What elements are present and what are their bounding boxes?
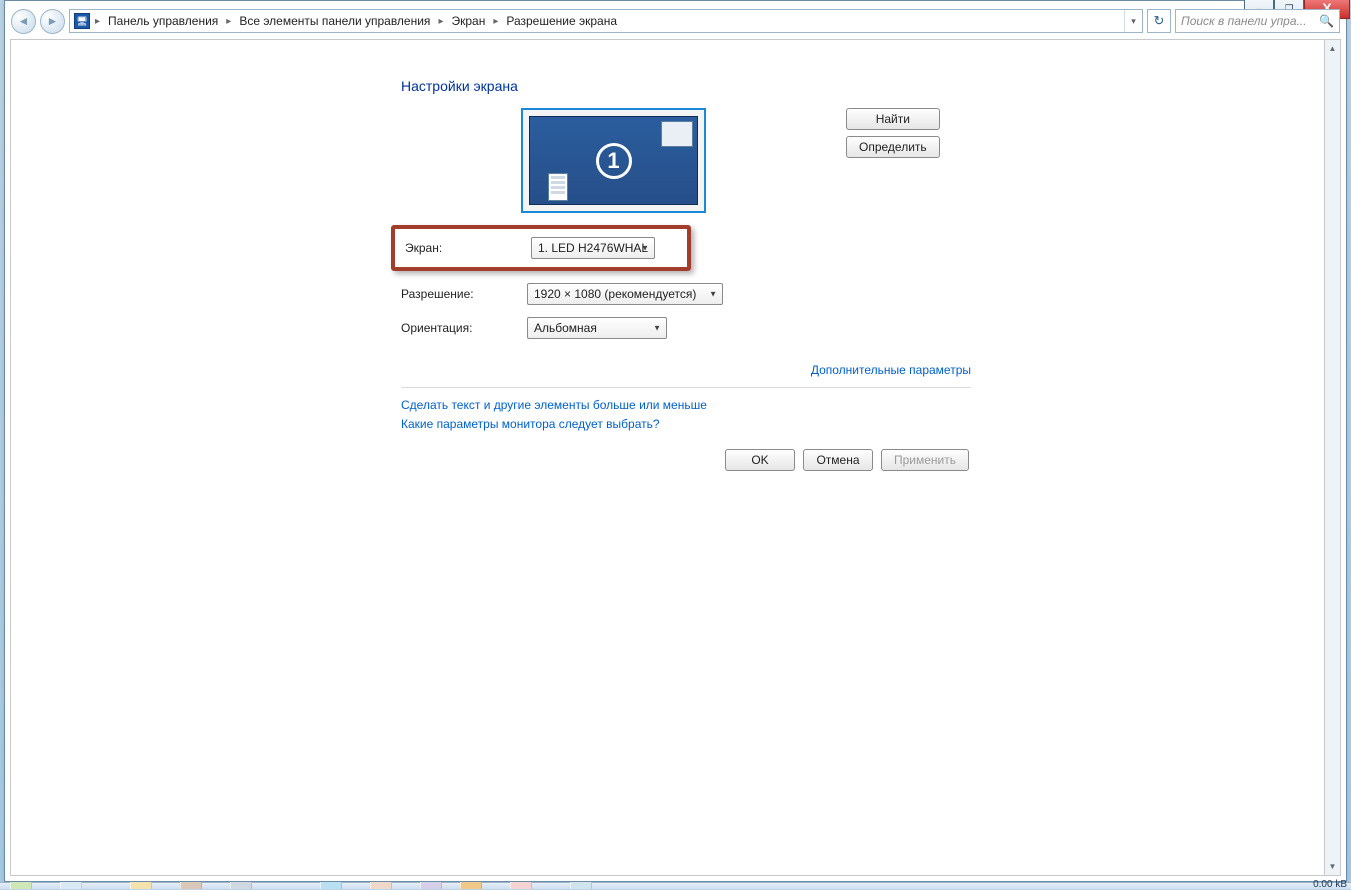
chevron-right-icon: ▸ xyxy=(437,16,444,27)
thumb-window-icon xyxy=(548,173,568,201)
status-text: 0.00 kB xyxy=(1313,879,1347,890)
thumb-window-icon xyxy=(661,121,693,147)
ok-button[interactable]: OK xyxy=(725,449,795,471)
taskbar-item[interactable] xyxy=(180,882,202,889)
back-icon: ◄ xyxy=(18,14,30,28)
address-bar-tail: ▾ xyxy=(1124,10,1142,32)
cancel-button[interactable]: Отмена xyxy=(803,449,873,471)
search-icon: 🔍 xyxy=(1319,14,1334,28)
advanced-settings-link[interactable]: Дополнительные параметры xyxy=(811,363,971,377)
search-input[interactable]: Поиск в панели упра... 🔍 xyxy=(1175,9,1340,33)
resolution-select[interactable]: 1920 × 1080 (рекомендуется) ▼ xyxy=(527,283,723,305)
back-button[interactable]: ◄ xyxy=(11,9,36,34)
forward-icon: ► xyxy=(47,14,59,28)
advanced-link-row: Дополнительные параметры xyxy=(401,363,971,377)
breadcrumb-item[interactable]: Экран xyxy=(444,10,492,32)
display-action-buttons: Найти Определить xyxy=(846,108,940,158)
page-title: Настройки экрана xyxy=(401,78,971,94)
search-placeholder: Поиск в панели упра... xyxy=(1181,14,1307,28)
identify-button[interactable]: Определить xyxy=(846,136,940,158)
text-size-link[interactable]: Сделать текст и другие элементы больше и… xyxy=(401,398,707,412)
display-preview-row: 1 Найти Определить xyxy=(401,108,971,213)
taskbar-item[interactable] xyxy=(10,882,32,889)
orientation-row: Ориентация: Альбомная ▼ xyxy=(401,317,971,339)
breadcrumb-item[interactable]: Все элементы панели управления xyxy=(232,10,437,32)
chevron-down-icon: ▾ xyxy=(1131,16,1136,27)
taskbar-item[interactable] xyxy=(570,882,592,889)
window: – ❐ X ◄ ► 🖥 ▸ Панель управления ▸ Все эл… xyxy=(4,0,1347,882)
forward-button[interactable]: ► xyxy=(40,9,65,34)
display-preview[interactable]: 1 xyxy=(521,108,706,213)
taskbar-item[interactable] xyxy=(460,882,482,889)
resolution-value: 1920 × 1080 (рекомендуется) xyxy=(534,287,696,301)
orientation-label: Ориентация: xyxy=(401,321,527,335)
display-1[interactable]: 1 xyxy=(529,116,698,205)
vertical-scrollbar[interactable]: ▲ ▼ xyxy=(1324,39,1341,876)
history-dropdown[interactable]: ▾ xyxy=(1124,10,1142,32)
page: Настройки экрана 1 Найти Определить Экра… xyxy=(401,40,971,471)
orientation-select[interactable]: Альбомная ▼ xyxy=(527,317,667,339)
apply-button[interactable]: Применить xyxy=(881,449,969,471)
display-number: 1 xyxy=(596,143,632,179)
separator xyxy=(401,387,971,388)
screen-value: 1. LED H2476WHAL xyxy=(538,241,648,255)
footer-buttons: OK Отмена Применить xyxy=(11,449,969,471)
taskbar-item[interactable] xyxy=(60,882,82,889)
taskbar-item[interactable] xyxy=(320,882,342,889)
taskbar-item[interactable] xyxy=(130,882,152,889)
address-bar[interactable]: 🖥 ▸ Панель управления ▸ Все элементы пан… xyxy=(69,9,1143,33)
taskbar-item[interactable] xyxy=(230,882,252,889)
scroll-down-icon[interactable]: ▼ xyxy=(1325,858,1340,875)
scroll-up-icon[interactable]: ▲ xyxy=(1325,40,1340,57)
help-links: Сделать текст и другие элементы больше и… xyxy=(401,398,971,431)
refresh-button[interactable]: ↻ xyxy=(1147,9,1171,33)
taskbar[interactable]: 0.00 kB xyxy=(0,882,1351,889)
breadcrumb-item[interactable]: Панель управления xyxy=(101,10,225,32)
screen-label: Экран: xyxy=(405,241,531,255)
chevron-down-icon: ▼ xyxy=(641,244,649,253)
orientation-value: Альбомная xyxy=(534,321,597,335)
chevron-right-icon: ▸ xyxy=(94,16,101,27)
content-area: Настройки экрана 1 Найти Определить Экра… xyxy=(10,39,1341,876)
taskbar-item[interactable] xyxy=(420,882,442,889)
monitor-help-link[interactable]: Какие параметры монитора следует выбрать… xyxy=(401,417,660,431)
control-panel-icon: 🖥 xyxy=(74,13,90,29)
breadcrumb-item[interactable]: Разрешение экрана xyxy=(499,10,624,32)
screen-select[interactable]: 1. LED H2476WHAL ▼ xyxy=(531,237,655,259)
find-button[interactable]: Найти xyxy=(846,108,940,130)
taskbar-item[interactable] xyxy=(510,882,532,889)
chevron-down-icon: ▼ xyxy=(653,324,661,333)
resolution-row: Разрешение: 1920 × 1080 (рекомендуется) … xyxy=(401,283,971,305)
chevron-down-icon: ▼ xyxy=(709,290,717,299)
screen-selector-highlight: Экран: 1. LED H2476WHAL ▼ xyxy=(391,225,691,271)
navbar: ◄ ► 🖥 ▸ Панель управления ▸ Все элементы… xyxy=(11,9,1340,33)
chevron-right-icon: ▸ xyxy=(225,16,232,27)
refresh-icon: ↻ xyxy=(1154,13,1165,29)
taskbar-item[interactable] xyxy=(370,882,392,889)
resolution-label: Разрешение: xyxy=(401,287,527,301)
chevron-right-icon: ▸ xyxy=(492,16,499,27)
